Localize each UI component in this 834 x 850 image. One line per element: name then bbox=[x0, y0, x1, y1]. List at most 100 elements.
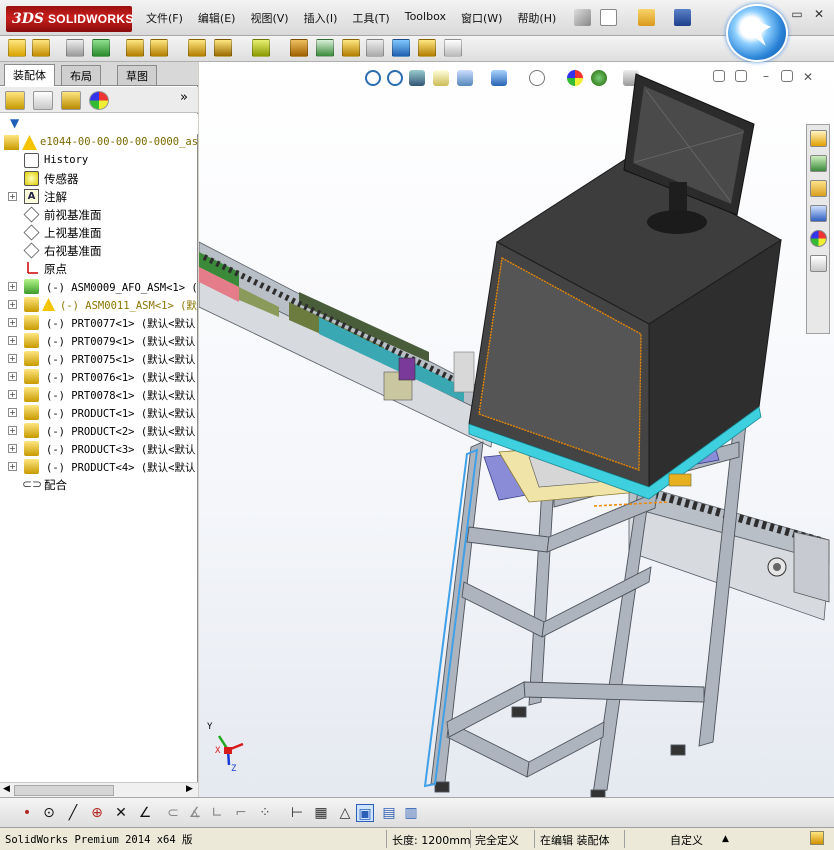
menu-help[interactable]: 帮助(H) bbox=[517, 10, 556, 26]
solidworks-resources-icon[interactable] bbox=[810, 130, 827, 147]
mate-icon[interactable] bbox=[66, 39, 84, 57]
menu-window[interactable]: 窗口(W) bbox=[461, 10, 502, 26]
tree-item-product-2[interactable]: + (-) PRODUCT<2> (默认<默认 bbox=[0, 422, 198, 440]
move-component-icon[interactable] bbox=[150, 39, 168, 57]
tree-item-front-plane[interactable]: 前视基准面 bbox=[0, 206, 198, 224]
grid-icon[interactable]: ▦ bbox=[312, 804, 330, 822]
tile-view-icon[interactable]: ▤ bbox=[380, 804, 398, 822]
configuration-manager-icon[interactable] bbox=[61, 91, 81, 110]
expand-icon[interactable]: + bbox=[8, 300, 17, 309]
solidworks-bird-icon[interactable] bbox=[726, 4, 788, 62]
four-view-icon[interactable]: ▥ bbox=[402, 804, 420, 822]
insert-component-icon[interactable] bbox=[8, 39, 26, 57]
view-palette-icon[interactable] bbox=[810, 205, 827, 222]
file-explorer-icon[interactable] bbox=[810, 180, 827, 197]
property-manager-icon[interactable] bbox=[33, 91, 53, 110]
menu-view[interactable]: 视图(V) bbox=[250, 10, 288, 26]
pushpin-icon[interactable] bbox=[574, 9, 591, 26]
filter-icon[interactable]: ▼ bbox=[10, 116, 19, 130]
circle-icon[interactable]: ⊙ bbox=[40, 804, 58, 822]
status-units[interactable]: 自定义 bbox=[670, 832, 703, 848]
reference-geometry-icon[interactable] bbox=[252, 39, 270, 57]
trim-icon[interactable]: ✕ bbox=[112, 804, 130, 822]
expand-icon[interactable]: + bbox=[8, 318, 17, 327]
shaded-view-icon[interactable]: ▣ bbox=[356, 804, 374, 822]
tree-item-history[interactable]: History bbox=[0, 152, 198, 170]
design-library-icon[interactable] bbox=[810, 155, 827, 172]
tree-item-product-4[interactable]: + (-) PRODUCT<4> (默认<默认 bbox=[0, 458, 198, 476]
new-motion-study-icon[interactable] bbox=[290, 39, 308, 57]
custom-properties-icon[interactable] bbox=[810, 255, 827, 272]
tree-item-prt0076[interactable]: + (-) PRT0076<1> (默认<默认 bbox=[0, 368, 198, 386]
rectangle-icon[interactable]: ⌐ bbox=[232, 804, 250, 822]
tree-item-origin[interactable]: 原点 bbox=[0, 260, 198, 278]
scroll-left-icon[interactable]: ◀ bbox=[3, 784, 10, 794]
centerpoint-circle-icon[interactable]: ⊕ bbox=[88, 804, 106, 822]
offset-entities-icon[interactable]: ∡ bbox=[186, 804, 204, 822]
menu-file[interactable]: 文件(F) bbox=[146, 10, 183, 26]
menu-insert[interactable]: 插入(I) bbox=[304, 10, 338, 26]
tree-item-product-1[interactable]: + (-) PRODUCT<1> (默认<默认 bbox=[0, 404, 198, 422]
tree-item-prt0078[interactable]: + (-) PRT0078<1> (默认<默认 bbox=[0, 386, 198, 404]
expand-icon[interactable]: + bbox=[8, 444, 17, 453]
graphics-area[interactable]: – ✕ Y X Z bbox=[199, 62, 834, 797]
line-icon[interactable]: ╱ bbox=[64, 804, 82, 822]
tree-horizontal-scrollbar[interactable]: ◀ ▶ bbox=[0, 782, 198, 797]
bill-of-materials-icon[interactable] bbox=[316, 39, 334, 57]
tree-item-mates[interactable]: ⊂⊃ 配合 bbox=[0, 476, 198, 494]
explode-line-sketch-icon[interactable] bbox=[366, 39, 384, 57]
tree-root[interactable]: e1044-00-00-00-00-0000_asm bbox=[0, 134, 198, 152]
save-icon[interactable] bbox=[674, 9, 691, 26]
smart-fasteners-icon[interactable] bbox=[126, 39, 144, 57]
tree-item-annotations[interactable]: + A 注解 bbox=[0, 188, 198, 206]
feature-manager-tree-icon[interactable] bbox=[5, 91, 25, 110]
tree-item-asm0009[interactable]: + (-) ASM0009_AFO_ASM<1> (默 bbox=[0, 278, 198, 296]
tree-item-prt0079[interactable]: + (-) PRT0079<1> (默认<默认 bbox=[0, 332, 198, 350]
exploded-view-icon[interactable] bbox=[342, 39, 360, 57]
expand-icon[interactable]: + bbox=[8, 354, 17, 363]
scrollbar-thumb[interactable] bbox=[14, 785, 114, 796]
tab-layout[interactable]: 布局 bbox=[61, 65, 101, 85]
expand-icon[interactable]: + bbox=[8, 336, 17, 345]
show-hidden-icon[interactable] bbox=[188, 39, 206, 57]
tree-item-sensors[interactable]: 传感器 bbox=[0, 170, 198, 188]
tree-item-prt0075[interactable]: + (-) PRT0075<1> (默认<默认 bbox=[0, 350, 198, 368]
scroll-right-icon[interactable]: ▶ bbox=[186, 784, 193, 794]
sketch-point-icon[interactable]: • bbox=[18, 804, 36, 822]
appearances-icon[interactable] bbox=[810, 230, 827, 247]
close-window-icon[interactable]: ✕ bbox=[812, 8, 826, 22]
tree-item-asm0011[interactable]: + (-) ASM0011_ASM<1> (默认 bbox=[0, 296, 198, 314]
expand-icon[interactable]: + bbox=[8, 372, 17, 381]
new-document-icon[interactable] bbox=[600, 9, 617, 26]
assembly-features-icon[interactable] bbox=[214, 39, 232, 57]
tree-item-top-plane[interactable]: 上视基准面 bbox=[0, 224, 198, 242]
menu-tools[interactable]: 工具(T) bbox=[352, 10, 389, 26]
assembly-3d-model[interactable] bbox=[199, 62, 834, 797]
new-part-icon[interactable] bbox=[32, 39, 50, 57]
expand-icon[interactable]: + bbox=[8, 282, 17, 291]
tree-item-prt0077[interactable]: + (-) PRT0077<1> (默认<默认 bbox=[0, 314, 198, 332]
expand-icon[interactable]: + bbox=[8, 390, 17, 399]
tab-sketch[interactable]: 草图 bbox=[117, 65, 157, 85]
tree-item-product-3[interactable]: + (-) PRODUCT<3> (默认<默认 bbox=[0, 440, 198, 458]
solidworks-logo[interactable]: 3DS SOLIDWORKS bbox=[6, 6, 133, 32]
units-dropdown-icon[interactable]: ▲ bbox=[722, 834, 729, 844]
clearance-verification-icon[interactable] bbox=[418, 39, 436, 57]
menu-edit[interactable]: 编辑(E) bbox=[198, 10, 236, 26]
conveyor-upper[interactable] bbox=[199, 241, 495, 448]
menu-toolbox[interactable]: Toolbox bbox=[405, 10, 446, 26]
interference-detection-icon[interactable] bbox=[392, 39, 410, 57]
relation-icon[interactable]: △ bbox=[336, 804, 354, 822]
expand-icon[interactable]: + bbox=[8, 408, 17, 417]
angle-line-icon[interactable]: ∠ bbox=[136, 804, 154, 822]
display-manager-icon[interactable] bbox=[89, 91, 109, 110]
expand-panel-icon[interactable]: » bbox=[180, 90, 188, 105]
open-folder-icon[interactable] bbox=[638, 9, 655, 26]
restore-window-icon[interactable]: ▭ bbox=[790, 8, 804, 22]
tree-item-right-plane[interactable]: 右视基准面 bbox=[0, 242, 198, 260]
smart-dimension-icon[interactable]: ⊢ bbox=[288, 804, 306, 822]
expand-icon[interactable]: + bbox=[8, 462, 17, 471]
mirror-entities-icon[interactable]: ∟ bbox=[208, 804, 226, 822]
point-pattern-icon[interactable]: ⁘ bbox=[256, 804, 274, 822]
rebuild-icon[interactable] bbox=[810, 831, 824, 845]
